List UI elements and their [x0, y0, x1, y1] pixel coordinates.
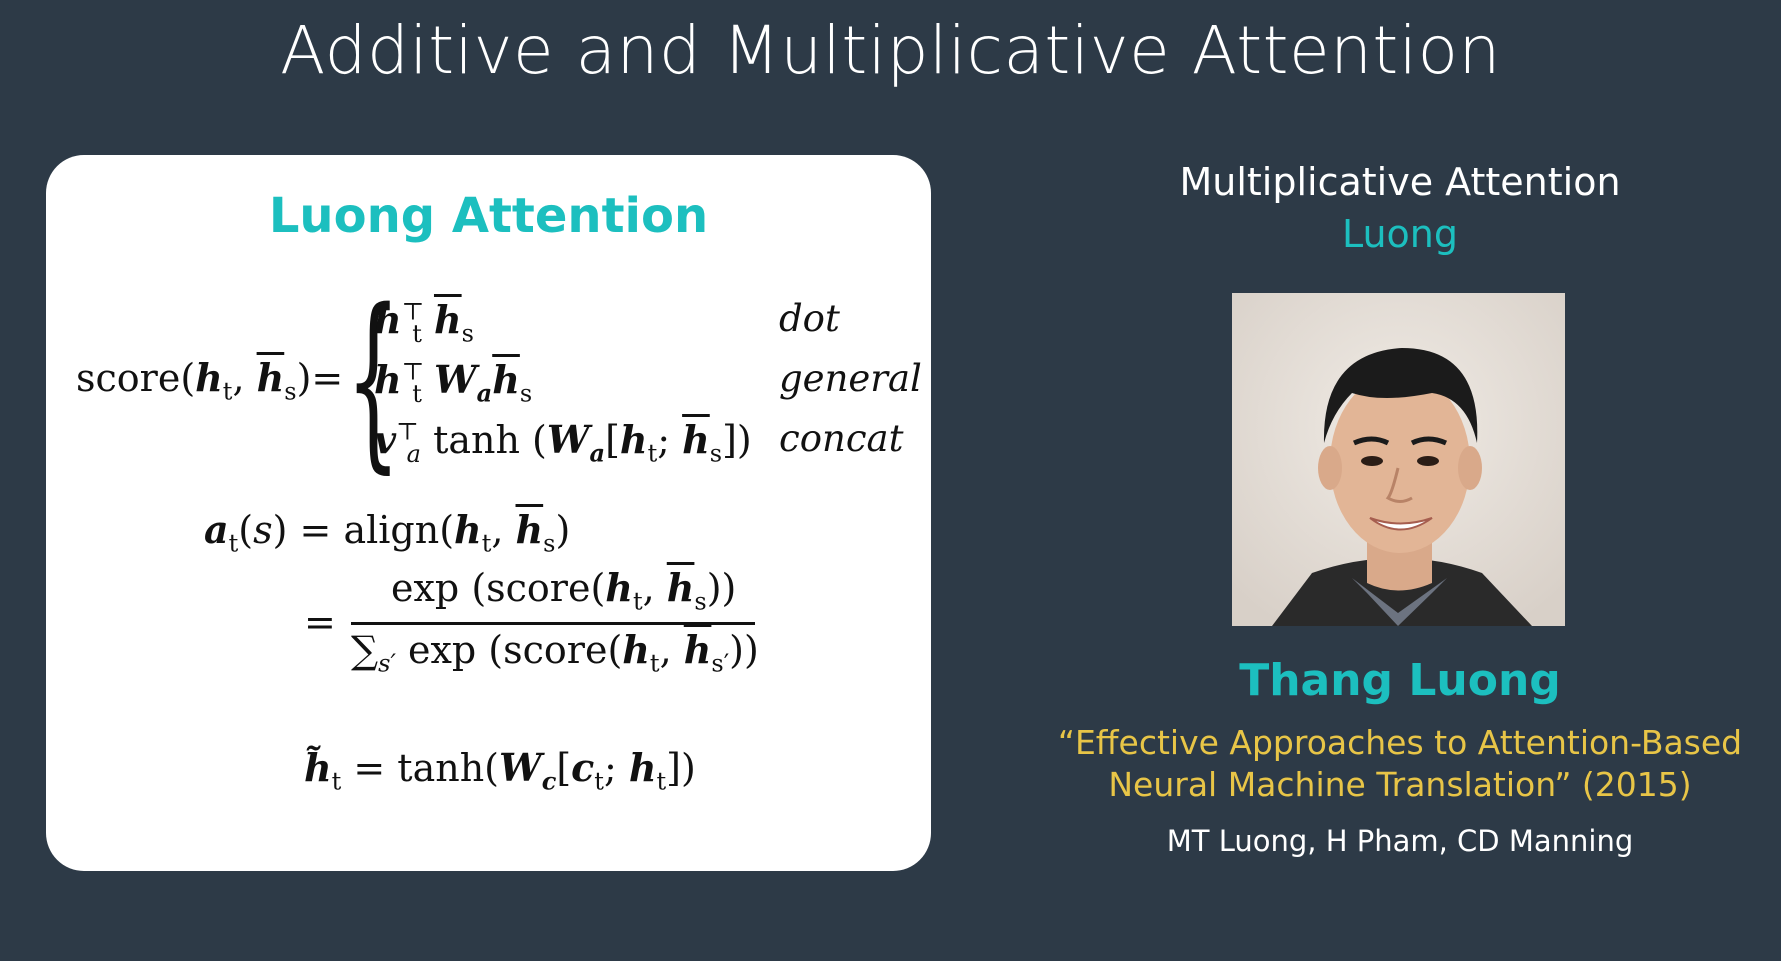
case-label-general: general [779, 357, 922, 400]
luong-attention-card: Luong Attention score(ht, hs)= { h⊤t hs … [46, 155, 931, 871]
fraction-line [351, 622, 755, 625]
case-dot-expr: h⊤t hs [374, 297, 474, 348]
author-name: Thang Luong [1239, 655, 1561, 706]
attentional-hidden-equation: h̃t = tanh(Wc[ct; ht]) [304, 745, 696, 796]
softmax-numerator: exp (score(ht, hs)) [391, 565, 737, 616]
case-general-expr: h⊤t Wahs [374, 357, 533, 408]
paper-title-line-1: “Effective Approaches to Attention-Based [1057, 723, 1743, 762]
softmax-denominator: ∑s′ exp (score(ht, hs′)) [351, 627, 759, 678]
portrait-photo [1232, 293, 1565, 626]
paper-title-line-2: Neural Machine Translation” (2015) [1108, 765, 1692, 804]
section-heading: Multiplicative Attention [1179, 160, 1621, 204]
paper-title: “Effective Approaches to Attention-Based… [1020, 722, 1780, 806]
case-concat-expr: v⊤a tanh (Wa[ht; hs]) [374, 417, 752, 468]
softmax-equals: = [304, 600, 336, 644]
case-label-dot: dot [779, 297, 840, 340]
case-label-concat: concat [779, 417, 904, 460]
paper-authors: MT Luong, H Pham, CD Manning [1166, 824, 1634, 858]
section-subheading: Luong [1341, 212, 1459, 256]
card-title: Luong Attention [268, 188, 709, 244]
align-equation: at(s) = align(ht, hs) [204, 507, 571, 558]
slide-title: Additive and Multiplicative Attention [280, 12, 1501, 89]
score-lhs: score(ht, hs)= [76, 355, 344, 406]
